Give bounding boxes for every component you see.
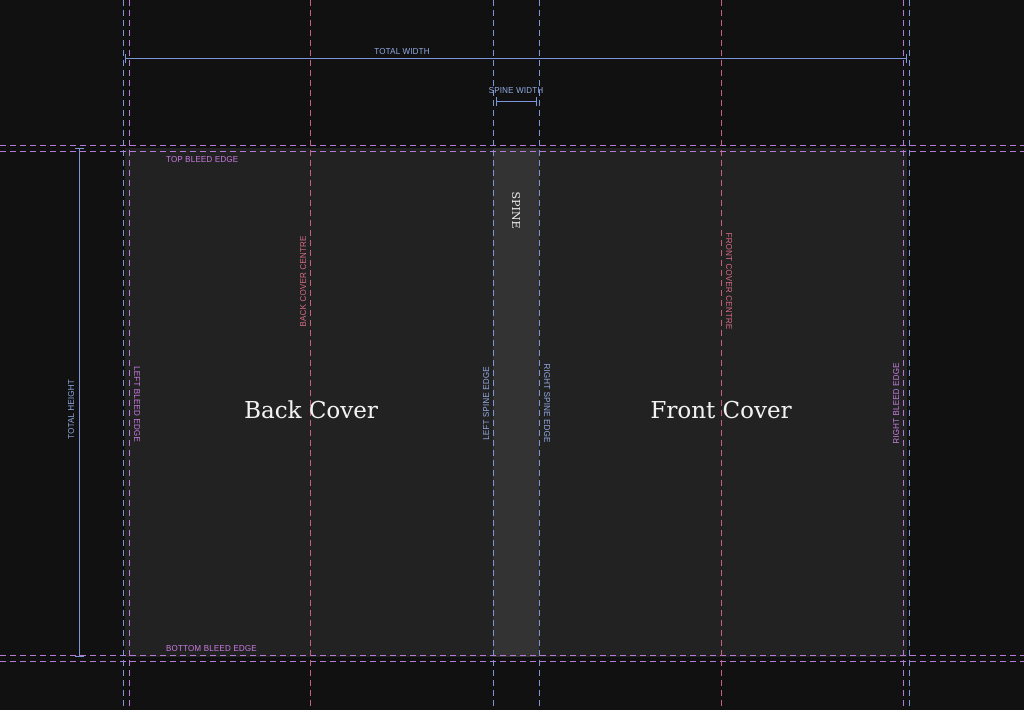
total-height-dimension [75,148,84,657]
spine-width-dimension [496,97,537,106]
total-height-label: TOTAL HEIGHT [67,379,76,439]
book-cover-template-diagram: TOTAL WIDTH SPINE WIDTH TOTAL HEIGHT TOP… [0,0,1024,710]
left-spine-edge-label: LEFT SPINE EDGE [482,366,491,440]
right-bleed-edge-label: RIGHT BLEED EDGE [892,362,901,443]
total-width-label: TOTAL WIDTH [374,47,429,56]
front-cover-centre-label: FRONT COVER CENTRE [724,233,733,330]
back-cover-title: Back Cover [244,398,378,424]
total-width-dimension [125,54,907,63]
bottom-bleed-edge-label: BOTTOM BLEED EDGE [166,644,257,653]
front-cover-title: Front Cover [650,398,791,424]
spine-width-label: SPINE WIDTH [489,86,544,95]
top-bleed-edge-label: TOP BLEED EDGE [166,155,238,164]
spine-title: SPINE [509,192,522,229]
left-bleed-edge-label: LEFT BLEED EDGE [132,366,141,442]
back-cover-centre-label: BACK COVER CENTRE [299,236,308,327]
right-spine-edge-label: RIGHT SPINE EDGE [542,363,551,442]
